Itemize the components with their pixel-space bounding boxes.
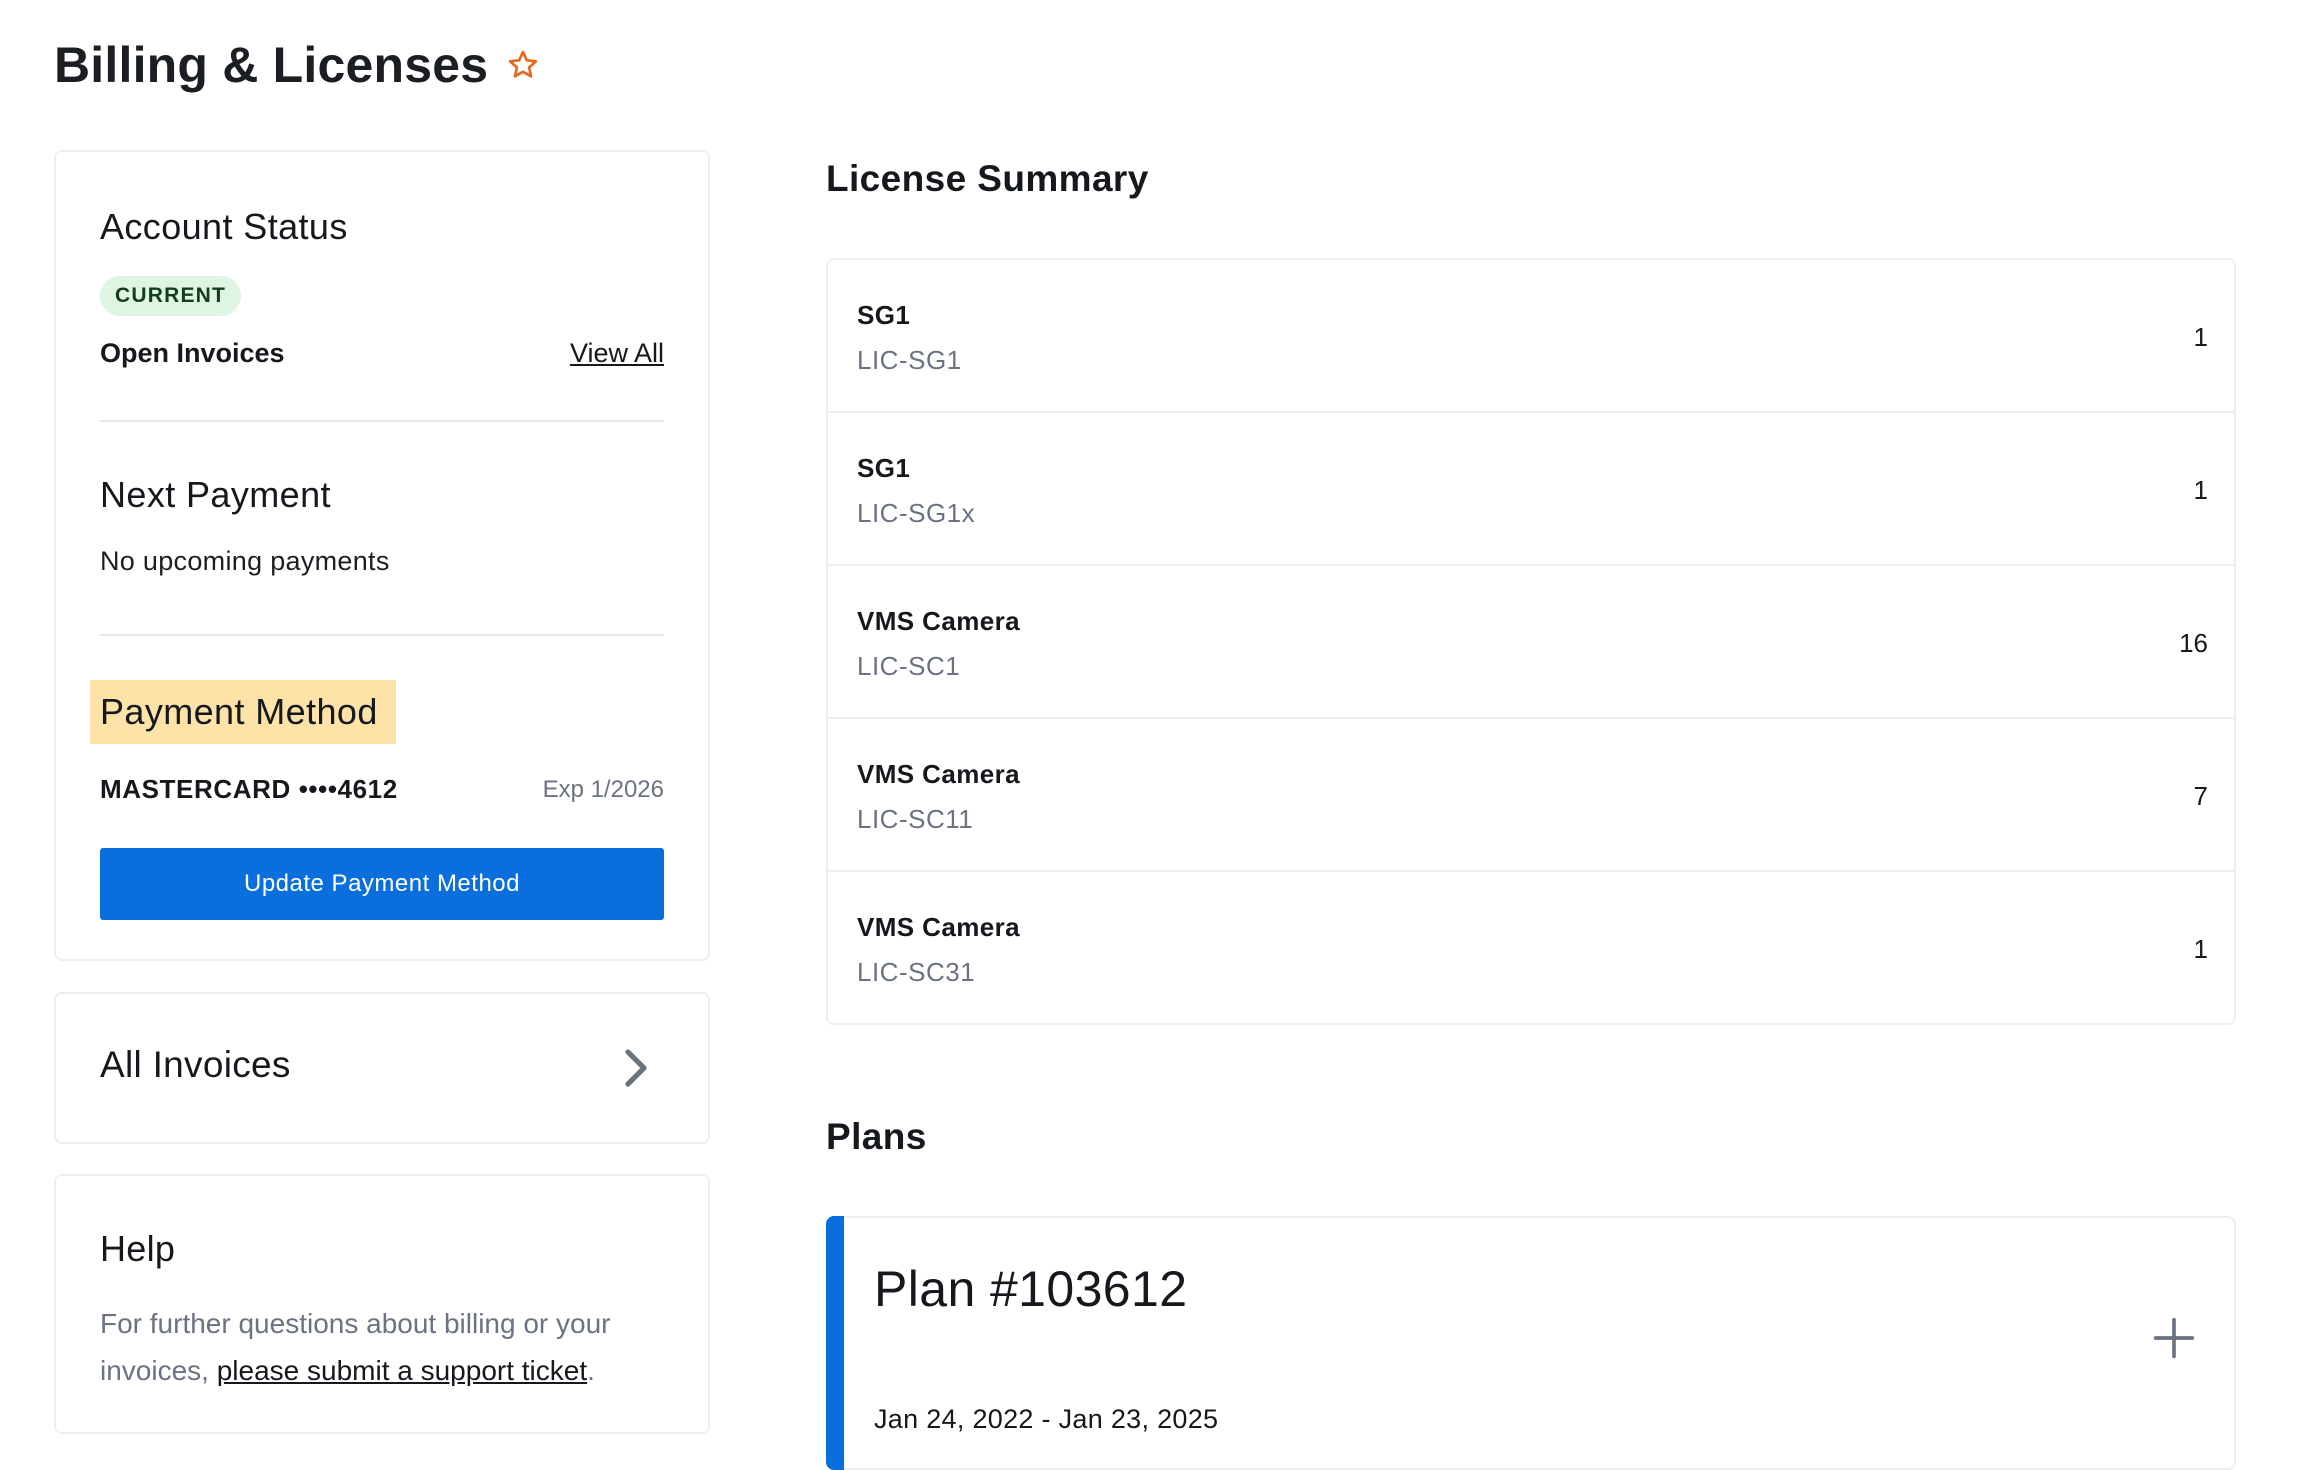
table-row: SG1 LIC-SG1x 1 bbox=[828, 411, 2234, 564]
license-code: LIC-SG1 bbox=[857, 345, 962, 375]
plan-accent-bar bbox=[826, 1216, 844, 1470]
license-count: 1 bbox=[2193, 475, 2208, 505]
view-all-link[interactable]: View All bbox=[570, 338, 664, 369]
license-name: SG1 bbox=[857, 300, 911, 330]
license-count: 1 bbox=[2193, 934, 2208, 964]
license-name: VMS Camera bbox=[857, 606, 1020, 636]
license-count: 16 bbox=[2179, 628, 2208, 658]
account-status-title: Account Status bbox=[100, 206, 348, 247]
all-invoices-card[interactable]: All Invoices bbox=[54, 992, 710, 1144]
license-table: SG1 LIC-SG1 1 SG1 LIC-SG1x 1 VMS Camera … bbox=[826, 258, 2236, 1025]
account-card: Account Status CURRENT Open Invoices Vie… bbox=[54, 150, 710, 961]
license-name: VMS Camera bbox=[857, 759, 1020, 789]
divider bbox=[100, 634, 664, 636]
license-name: VMS Camera bbox=[857, 912, 1020, 942]
plans-title: Plans bbox=[826, 1116, 927, 1157]
license-code: LIC-SC31 bbox=[857, 957, 976, 987]
support-ticket-link[interactable]: please submit a support ticket bbox=[217, 1355, 587, 1386]
table-row: VMS Camera LIC-SC1 16 bbox=[828, 564, 2234, 717]
plan-dates: Jan 24, 2022 - Jan 23, 2025 bbox=[874, 1404, 1219, 1434]
chevron-right-icon[interactable] bbox=[622, 1048, 650, 1088]
card-expiry: Exp 1/2026 bbox=[542, 776, 664, 803]
license-count: 7 bbox=[2193, 781, 2208, 811]
table-row: VMS Camera LIC-SC31 1 bbox=[828, 870, 2234, 1023]
license-code: LIC-SC1 bbox=[857, 651, 961, 681]
page-title-text: Billing & Licenses bbox=[54, 37, 489, 93]
status-badge: CURRENT bbox=[100, 276, 242, 316]
card-number: MASTERCARD ••••4612 bbox=[100, 774, 398, 804]
help-card: Help For further questions about billing… bbox=[54, 1174, 710, 1434]
star-icon[interactable] bbox=[506, 48, 540, 82]
open-invoices-label: Open Invoices bbox=[100, 338, 285, 368]
help-text: For further questions about billing or y… bbox=[100, 1300, 660, 1394]
license-summary-title: License Summary bbox=[826, 158, 1149, 199]
table-row: SG1 LIC-SG1 1 bbox=[828, 260, 2234, 411]
all-invoices-title: All Invoices bbox=[100, 1044, 291, 1085]
help-title: Help bbox=[100, 1228, 176, 1269]
page-title: Billing & Licenses bbox=[54, 36, 540, 94]
next-payment-title: Next Payment bbox=[100, 474, 331, 515]
payment-method-title: Payment Method bbox=[90, 680, 396, 744]
next-payment-text: No upcoming payments bbox=[100, 546, 390, 576]
divider bbox=[100, 420, 664, 422]
update-payment-method-button[interactable]: Update Payment Method bbox=[100, 848, 664, 920]
plan-title: Plan #103612 bbox=[874, 1261, 1188, 1317]
license-code: LIC-SC11 bbox=[857, 804, 974, 834]
license-count: 1 bbox=[2193, 322, 2208, 352]
license-name: SG1 bbox=[857, 453, 911, 483]
plus-icon[interactable] bbox=[2152, 1316, 2196, 1360]
help-text-after: . bbox=[587, 1355, 595, 1386]
license-code: LIC-SG1x bbox=[857, 498, 976, 528]
table-row: VMS Camera LIC-SC11 7 bbox=[828, 717, 2234, 870]
plan-card[interactable]: Plan #103612 Jan 24, 2022 - Jan 23, 2025 bbox=[826, 1216, 2236, 1470]
